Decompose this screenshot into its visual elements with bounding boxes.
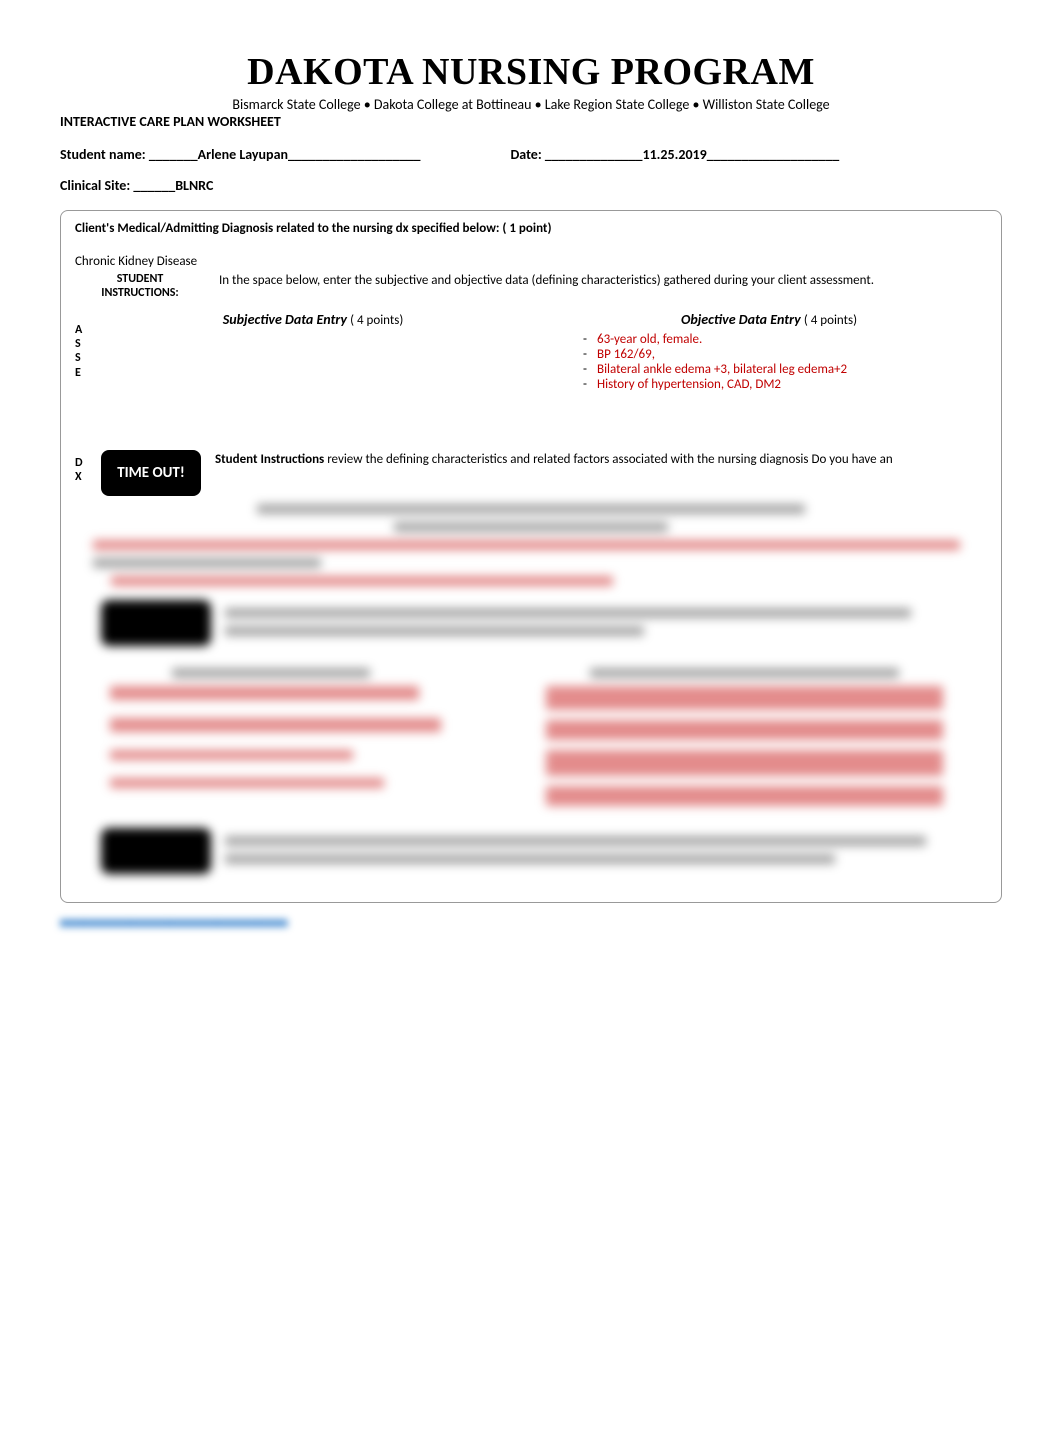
asse-letters: A S S E [75,307,95,442]
clinical-site-field: Clinical Site: ______BLNRC [60,177,1002,194]
timeout-badge: TIME OUT! [101,450,201,496]
dx-instructions-bold: Student Instructions [215,452,327,467]
clinical-site-value: BLNRC [175,177,213,194]
subjective-heading: Subjective Data Entry [223,311,347,328]
worksheet-label: INTERACTIVE CARE PLAN WORKSHEET [60,113,1002,130]
objective-points: ( 4 points) [804,313,857,328]
blurred-timeout-1 [101,600,211,646]
objective-item: History of hypertension, CAD, DM2 [583,377,979,392]
clinical-site-label: Clinical Site: [60,177,133,194]
dx-letters: D X [75,450,95,485]
care-plan-box: Client's Medical/Admitting Diagnosis rel… [60,210,1002,903]
colleges-subtitle: Bismarck State College • Dakota College … [60,96,1002,113]
objective-list: 63-year old, female. BP 162/69, Bilatera… [583,332,979,392]
student-name-field: Student name: _______Arlene Layupan_____… [60,146,420,163]
blurred-content [75,504,987,874]
dx-instructions-rest: review the defining characteristics and … [327,452,892,467]
student-name-value: Arlene Layupan [198,146,288,163]
subjective-points: ( 4 points) [350,313,403,328]
blurred-timeout-2 [101,828,211,874]
diagnosis-value: Chronic Kidney Disease [75,254,987,269]
objective-item: Bilateral ankle edema +3, bilateral leg … [583,362,979,377]
page-title: DAKOTA NURSING PROGRAM [60,50,1002,94]
footer-link-blurred: ■■■■■■■■■■■■■■■■■■■■■■■■■■■■■ [60,915,1002,931]
subjective-column: Subjective Data Entry ( 4 points) [95,307,531,442]
objective-item: 63-year old, female. [583,332,979,347]
dx-instructions: Student Instructions review the defining… [201,450,987,467]
student-instructions-text: In the space below, enter the subjective… [205,273,987,288]
student-instructions-label: STUDENT INSTRUCTIONS: [75,273,205,301]
date-field: Date: ______________11.25.2019__________… [510,146,839,163]
objective-heading: Objective Data Entry [681,311,801,328]
objective-column: Objective Data Entry ( 4 points) 63-year… [551,307,987,442]
date-label: Date: [510,146,544,163]
student-name-label: Student name: [60,146,149,163]
diagnosis-label: Client's Medical/Admitting Diagnosis rel… [75,221,987,236]
date-value: 11.25.2019 [642,146,706,163]
objective-item: BP 162/69, [583,347,979,362]
